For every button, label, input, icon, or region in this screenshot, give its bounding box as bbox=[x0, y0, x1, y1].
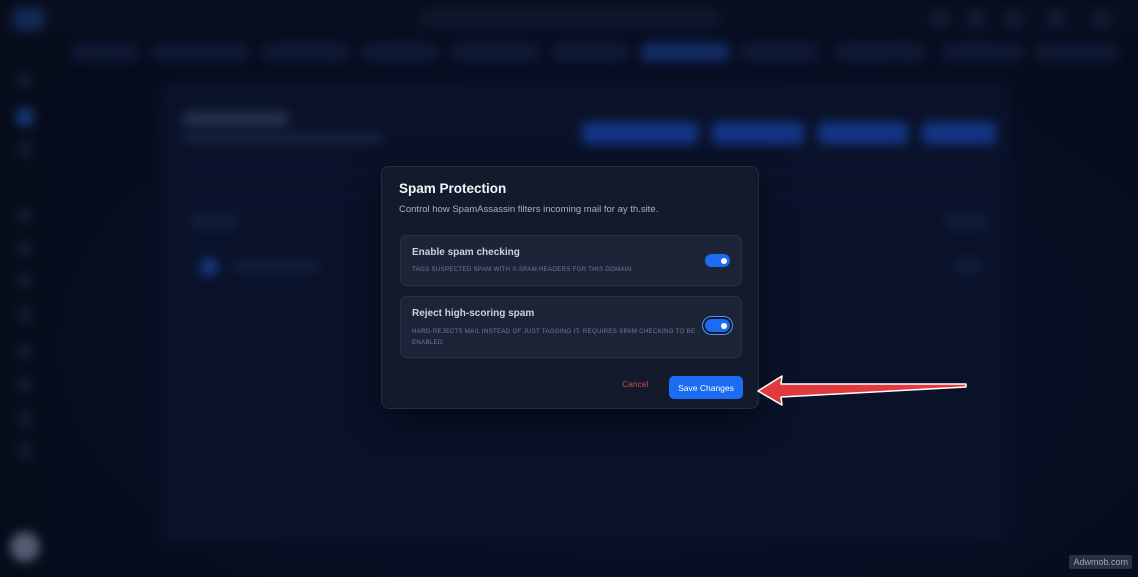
watermark: Adwmob.com bbox=[1069, 555, 1132, 569]
screen: Spam Protection Control how SpamAssassin… bbox=[0, 0, 1138, 577]
annotation-arrow-icon bbox=[757, 375, 967, 406]
